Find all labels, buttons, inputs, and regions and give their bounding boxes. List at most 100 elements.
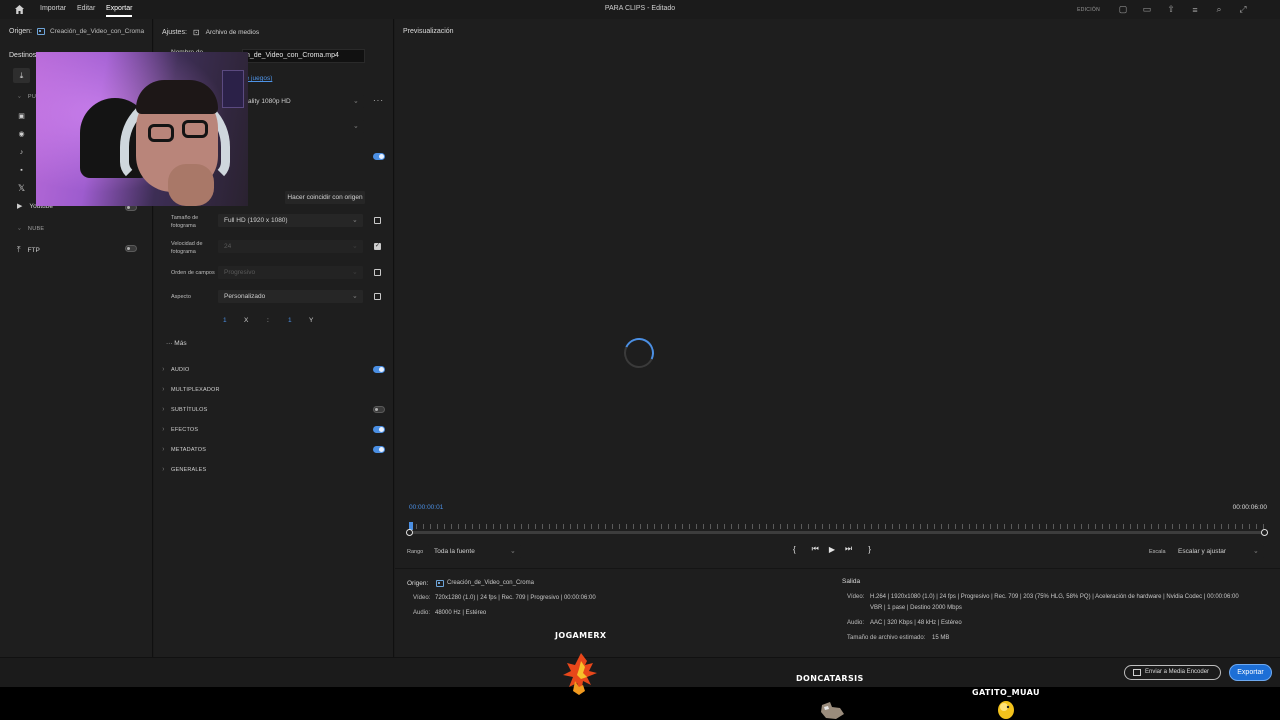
ftp-row[interactable]: ⤒ FTP — [17, 245, 40, 255]
section-publish[interactable]: ⌄ PU — [17, 94, 36, 100]
accordion-multiplexer[interactable]: › MULTIPLEXADOR — [162, 385, 392, 397]
panel-icon[interactable]: ▢ — [1116, 3, 1130, 16]
send-to-media-encoder-button[interactable]: Enviar a Media Encoder — [1124, 665, 1221, 680]
accordion-effects[interactable]: › EFECTOS — [162, 425, 392, 437]
source-audio-label: Audio: — [413, 610, 431, 616]
search-icon[interactable]: ⌕ — [1212, 3, 1226, 16]
ftp-toggle[interactable] — [125, 245, 137, 252]
output-label: Salida — [842, 578, 861, 585]
out-point-handle[interactable] — [1261, 529, 1268, 536]
origin-file[interactable]: Creación_de_Video_con_Croma — [50, 28, 144, 35]
chevron-right-icon: › — [162, 406, 164, 413]
frame-size-checkbox[interactable] — [374, 217, 381, 224]
audio-toggle[interactable] — [373, 366, 385, 373]
tiktok-icon[interactable]: ♪ — [17, 148, 26, 157]
effects-toggle[interactable] — [373, 426, 385, 433]
loading-spinner-icon — [619, 333, 659, 373]
stream-overlay-bar — [0, 687, 1280, 720]
play-icon[interactable]: ▶ — [829, 545, 835, 554]
summary-origin-label: Origen: — [407, 580, 429, 587]
creature-sprite-icon — [821, 702, 844, 719]
settings-label: Ajustes: — [162, 29, 187, 36]
accordion-label: MULTIPLEXADOR — [171, 387, 220, 393]
export-button[interactable]: Exportar — [1229, 664, 1272, 681]
video-toggle[interactable] — [373, 153, 385, 160]
file-name-input[interactable]: n_de_Video_con_Croma.mp4 — [242, 49, 365, 63]
aspect-width-value[interactable]: 1 — [223, 317, 227, 324]
preset-dropdown[interactable]: ality 1080p HD ⌄ — [242, 95, 364, 108]
scale-dropdown[interactable]: Escalar y ajustar ⌄ — [1172, 545, 1264, 558]
download-icon[interactable]: ⤓ — [13, 68, 30, 83]
file-size-label: Tamaño de archivo estimado: — [847, 635, 926, 641]
viewer-name-3: GATITO_MUAU — [972, 688, 1040, 697]
chevron-down-icon: ⌄ — [353, 124, 359, 129]
accordion-audio[interactable]: › AUDIO — [162, 365, 392, 377]
timecode-start[interactable]: 00:00:00:01 — [409, 504, 443, 511]
media-file-label: Archivo de medios — [205, 29, 260, 36]
timeline-ticks — [409, 524, 1265, 529]
frame-rate-value: 24 — [224, 243, 232, 250]
chevron-down-icon: ⌄ — [353, 99, 359, 104]
vimeo-icon[interactable]: ▪ — [17, 166, 26, 175]
screen-icon[interactable]: ▭ — [1140, 3, 1154, 16]
share-icon[interactable]: ⇧ — [1164, 3, 1178, 16]
chevron-down-icon: ⌄ — [1253, 549, 1259, 554]
expand-icon[interactable]: ⤢ — [1236, 3, 1250, 16]
chevron-down-icon: ⌄ — [352, 244, 358, 249]
format-dropdown[interactable]: ⌄ — [242, 120, 364, 133]
match-source-button[interactable]: Hacer coincidir con origen — [285, 191, 365, 204]
file-size-value: 15 MB — [932, 635, 950, 641]
output-video-value-2: VBR | 1 pase | Destino 2000 Mbps — [870, 605, 962, 611]
menu-icon[interactable]: ≡ — [1188, 3, 1202, 16]
x-icon[interactable]: 𝕏 — [17, 184, 26, 193]
accordion-label: METADATOS — [171, 447, 207, 453]
aspect-height-value[interactable]: 1 — [288, 317, 292, 324]
more-settings-link[interactable]: ··· Más — [166, 340, 187, 347]
source-video-label: Vídeo: — [413, 595, 431, 601]
accordion-subtitles[interactable]: › SUBTÍTULOS — [162, 405, 392, 417]
origin-label: Origen: — [9, 28, 32, 35]
range-dropdown[interactable]: Toda la fuente ⌄ — [428, 545, 521, 558]
section-cloud-label: NUBE — [27, 226, 45, 232]
aspect-x-label: X — [244, 317, 249, 324]
field-order-dropdown[interactable]: Progresivo ⌄ — [218, 266, 363, 279]
field-order-checkbox[interactable] — [374, 269, 381, 276]
mark-in-icon[interactable]: { — [793, 545, 796, 554]
preset-value: ality 1080p HD — [248, 98, 291, 105]
sequence-icon — [36, 28, 45, 35]
metadata-toggle[interactable] — [373, 446, 385, 453]
section-publish-label: PU — [27, 94, 37, 100]
send-to-media-encoder-label: Enviar a Media Encoder — [1145, 669, 1210, 675]
in-point-handle[interactable] — [406, 529, 413, 536]
more-options-icon[interactable]: ··· — [373, 96, 384, 105]
aspect-dropdown[interactable]: Personalizado ⌄ — [218, 290, 363, 303]
frame-size-dropdown[interactable]: Full HD (1920 x 1080) ⌄ — [218, 214, 363, 227]
summary-origin-file: Creación_de_Video_con_Croma — [447, 580, 534, 586]
aspect-value: Personalizado — [224, 293, 266, 300]
facebook-icon[interactable]: ◉ — [17, 130, 26, 139]
facebook-square-icon[interactable]: ▣ — [17, 112, 26, 121]
webcam-overlay — [36, 52, 248, 206]
subtitles-toggle[interactable] — [373, 406, 385, 413]
project-status: - Editado — [645, 5, 676, 12]
timeline-scrubber[interactable] — [406, 522, 1268, 538]
wall-poster — [222, 70, 244, 108]
step-forward-icon[interactable]: ⏭ — [845, 544, 852, 554]
frame-rate-dropdown[interactable]: 24 ⌄ — [218, 240, 363, 253]
section-cloud[interactable]: ⌄ NUBE — [17, 226, 44, 232]
workspace-label[interactable]: EDICIÓN — [1077, 7, 1100, 13]
chevron-down-icon: ⌄ — [352, 218, 358, 223]
source-video-value: 720x1280 (1.0) | 24 fps | Rec. 709 | Pro… — [435, 595, 596, 601]
chevron-right-icon: › — [162, 466, 164, 473]
preview-title: Previsualización — [403, 28, 454, 35]
step-back-icon[interactable]: ⏮ — [812, 544, 819, 554]
accordion-metadata[interactable]: › METADATOS — [162, 445, 392, 457]
youtube-icon: ▶ — [17, 203, 23, 210]
timeline-track[interactable] — [409, 531, 1265, 534]
aspect-checkbox[interactable] — [374, 293, 381, 300]
mark-out-icon[interactable]: } — [868, 545, 871, 554]
project-title: PARA CLIPS — [604, 5, 646, 12]
phoenix-sprite-icon — [563, 653, 597, 695]
accordion-general[interactable]: › GENERALES — [162, 465, 392, 477]
frame-rate-checkbox[interactable] — [374, 242, 381, 250]
